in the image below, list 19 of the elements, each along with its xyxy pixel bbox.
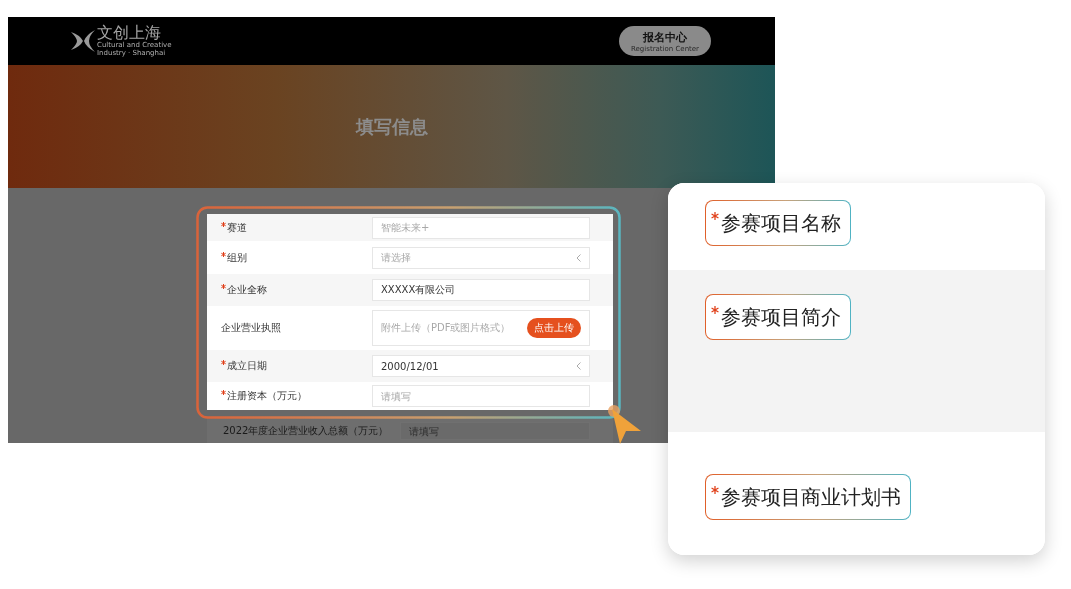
field-label: 参赛项目简介 bbox=[721, 304, 841, 330]
field-label: 组别 bbox=[227, 250, 247, 265]
field-label: 企业营业执照 bbox=[221, 321, 281, 335]
logo-icon bbox=[70, 29, 96, 54]
text-field[interactable]: XXXXX有限公司 bbox=[372, 279, 590, 301]
field-label: 注册资本（万元） bbox=[227, 389, 307, 403]
field-label: 参赛项目名称 bbox=[721, 210, 841, 236]
chevron-icon bbox=[576, 362, 581, 370]
upload-field[interactable]: 附件上传（PDF或图片格式） 点击上传 bbox=[372, 310, 590, 346]
logo-text: 文创上海 bbox=[97, 25, 161, 42]
field-label: 2022年度企业营业收入总额（万元） bbox=[223, 424, 389, 438]
field-label: 企业全称 bbox=[227, 283, 267, 297]
field-label: 赛道 bbox=[227, 220, 247, 235]
chevron-icon bbox=[576, 253, 581, 262]
select-field[interactable]: 2000/12/01 bbox=[372, 355, 590, 377]
field-label: 成立日期 bbox=[227, 359, 267, 373]
field-label: 参赛项目商业计划书 bbox=[721, 484, 901, 510]
upload-button[interactable]: 点击上传 bbox=[527, 318, 581, 338]
page-title: 填写信息 bbox=[355, 114, 428, 139]
